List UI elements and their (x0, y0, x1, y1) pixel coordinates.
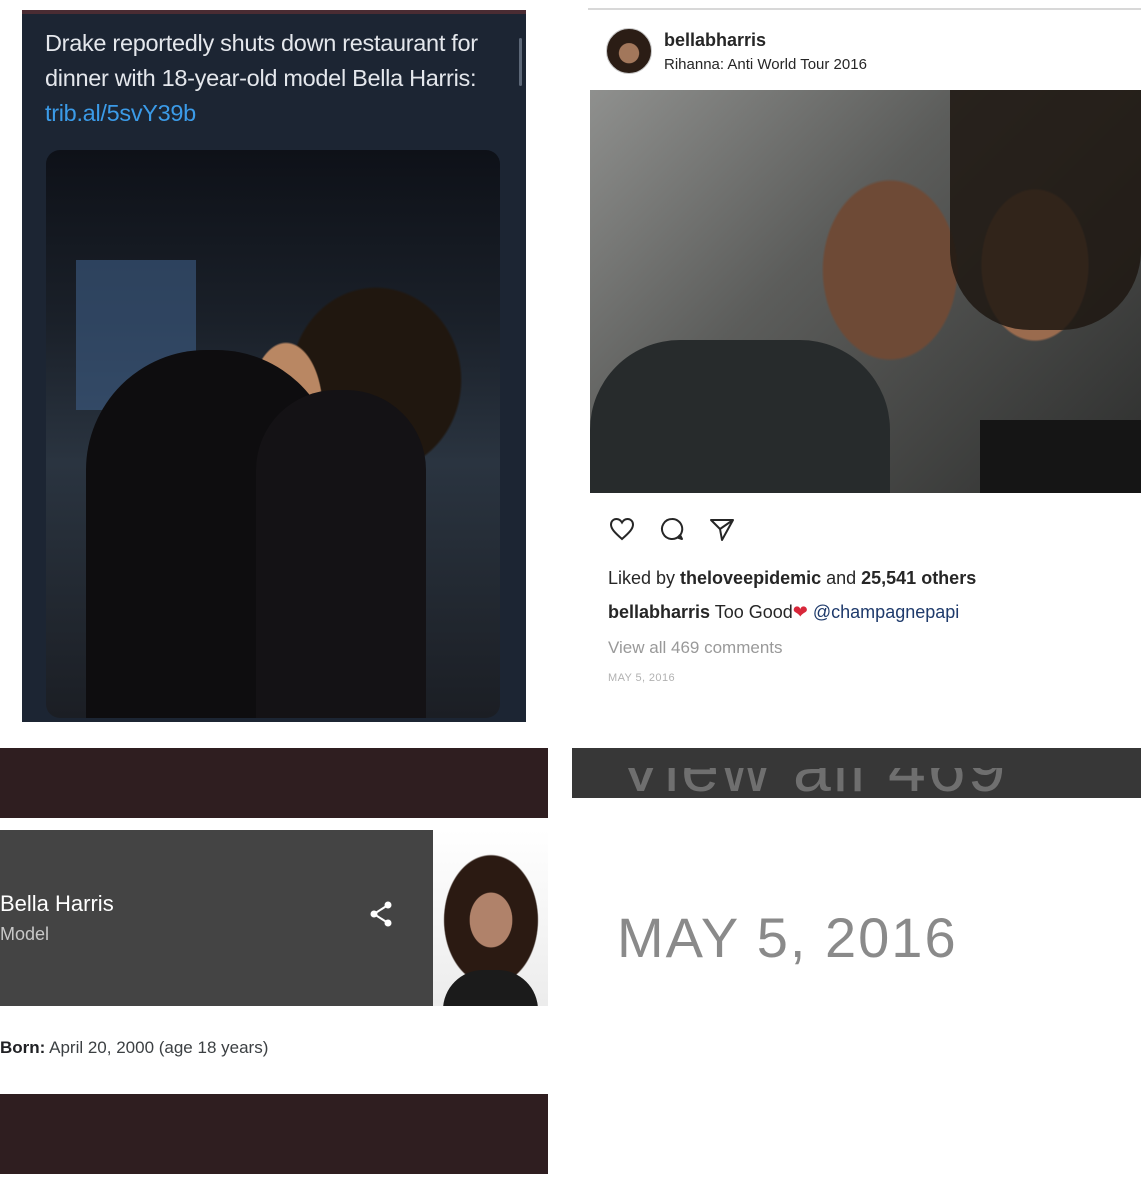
comment-icon[interactable] (658, 515, 686, 543)
post-date: MAY 5, 2016 (608, 672, 675, 684)
tweet-text: Drake reportedly shuts down restaurant f… (45, 26, 510, 131)
tweet-screenshot: Drake reportedly shuts down restaurant f… (22, 10, 526, 722)
avatar[interactable] (606, 28, 652, 74)
zoom-date: MAY 5, 2016 (617, 906, 958, 969)
post-caption: bellabharris Too Good❤ @champagnepapi (608, 602, 959, 623)
photo-detail (590, 340, 890, 493)
heart-emoji: ❤ (792, 602, 808, 622)
photo-figure (256, 390, 426, 718)
caption-text: Too Good (710, 602, 793, 622)
born-fact: Born: April 20, 2000 (age 18 years) (0, 1038, 268, 1058)
entity-name: Bella Harris (0, 891, 114, 916)
likes-user[interactable]: theloveepidemic (680, 568, 821, 588)
post-actions (608, 515, 736, 543)
scrollbar[interactable] (519, 38, 522, 86)
photo-detail (950, 90, 1141, 330)
share-icon[interactable] (368, 900, 394, 928)
entity-role: Model (0, 924, 50, 944)
photo-detail (980, 420, 1141, 493)
tweet-photo[interactable] (46, 150, 500, 718)
caption-mention[interactable]: @champagnepapi (813, 602, 959, 622)
likes-count[interactable]: 25,541 others (861, 568, 976, 588)
caption-username[interactable]: bellabharris (608, 602, 710, 622)
entity-photo[interactable] (433, 830, 548, 1006)
likes-prefix: Liked by (608, 568, 681, 588)
born-label: Born: (0, 1038, 46, 1057)
zoom-view-all: View all 469 (574, 768, 1141, 828)
zoom-view-all-text: View all 469 (618, 768, 1008, 806)
likes-line: Liked by theloveepidemic and 25,541 othe… (608, 568, 976, 589)
born-value: April 20, 2000 (age 18 years) (45, 1038, 269, 1057)
post-location[interactable]: Rihanna: Anti World Tour 2016 (664, 56, 867, 73)
post-username[interactable]: bellabharris (664, 30, 766, 51)
view-comments-link[interactable]: View all 469 comments (608, 638, 783, 658)
instagram-post: bellabharris Rihanna: Anti World Tour 20… (588, 8, 1141, 722)
divider-bar (0, 1094, 548, 1174)
tweet-link[interactable]: trib.al/5svY39b (45, 100, 196, 126)
heart-icon[interactable] (608, 515, 636, 543)
share-icon[interactable] (708, 515, 736, 543)
post-photo[interactable] (590, 90, 1141, 493)
likes-and: and (821, 568, 862, 588)
photo-detail (443, 970, 538, 1006)
divider-bar (0, 748, 548, 818)
tweet-body: Drake reportedly shuts down restaurant f… (45, 30, 478, 91)
